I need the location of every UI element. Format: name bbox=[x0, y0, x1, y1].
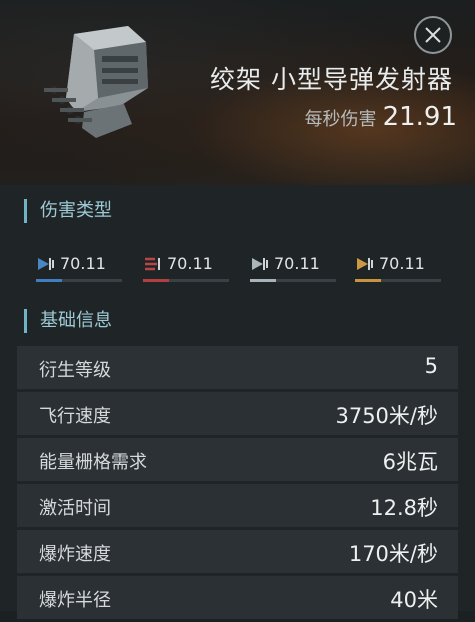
damage-explosive-bar bbox=[355, 279, 441, 282]
damage-type-row: 70.11 70.11 70.11 70.11 bbox=[0, 237, 475, 287]
info-row-flight-velocity: 飞行速度 3750米/秒 bbox=[17, 392, 458, 435]
damage-thermal-value: 70.11 bbox=[167, 254, 213, 273]
damage-thermal: 70.11 bbox=[143, 254, 229, 285]
info-label: 爆炸速度 bbox=[39, 544, 111, 565]
info-label: 衍生等级 bbox=[39, 360, 111, 381]
info-value: 3750米/秒 bbox=[335, 404, 438, 428]
damage-kinetic-bar bbox=[250, 279, 336, 282]
damage-explosive: 70.11 bbox=[355, 254, 441, 285]
info-value: 6兆瓦 bbox=[382, 450, 438, 474]
basic-info-header: 基础信息 bbox=[24, 309, 112, 333]
info-value: 170米/秒 bbox=[348, 542, 438, 566]
dps-value: 21.91 bbox=[382, 102, 457, 132]
damage-em-value: 70.11 bbox=[60, 254, 106, 273]
info-row-powergrid: 能量栅格需求 6兆瓦 bbox=[17, 438, 458, 481]
dps-label: 每秒伤害 bbox=[304, 109, 377, 130]
dps-readout: 每秒伤害 21.91 bbox=[305, 102, 457, 132]
item-title: 绞架 小型导弹发射器 bbox=[210, 65, 453, 94]
info-label: 能量栅格需求 bbox=[39, 452, 147, 473]
damage-em-bar bbox=[36, 279, 122, 282]
close-button[interactable] bbox=[414, 16, 452, 54]
info-value: 12.8秒 bbox=[370, 496, 438, 520]
info-row-explosion-velocity: 爆炸速度 170米/秒 bbox=[17, 530, 458, 573]
explosive-icon bbox=[357, 258, 373, 270]
basic-info-list: 衍生等级 5 飞行速度 3750米/秒 能量栅格需求 6兆瓦 激活时间 12.8… bbox=[17, 346, 458, 622]
info-label: 飞行速度 bbox=[39, 406, 111, 427]
close-icon bbox=[425, 27, 441, 43]
info-row-explosion-radius: 爆炸半径 40米 bbox=[17, 576, 458, 619]
info-row-activation-time: 激活时间 12.8秒 bbox=[17, 484, 458, 527]
kinetic-icon bbox=[252, 258, 268, 270]
em-icon bbox=[38, 258, 54, 270]
info-label: 激活时间 bbox=[39, 498, 111, 519]
info-value: 40米 bbox=[390, 588, 438, 612]
damage-em: 70.11 bbox=[36, 254, 122, 285]
damage-type-header: 伤害类型 bbox=[24, 199, 112, 223]
damage-kinetic: 70.11 bbox=[250, 254, 336, 285]
missile-launcher-image bbox=[36, 20, 161, 149]
damage-explosive-value: 70.11 bbox=[379, 254, 425, 273]
info-value: 5 bbox=[424, 354, 438, 378]
damage-thermal-bar bbox=[143, 279, 229, 282]
thermal-icon bbox=[145, 257, 160, 271]
damage-kinetic-value: 70.11 bbox=[274, 254, 320, 273]
info-label: 爆炸半径 bbox=[39, 590, 111, 611]
info-row-meta-level: 衍生等级 5 bbox=[17, 346, 458, 389]
